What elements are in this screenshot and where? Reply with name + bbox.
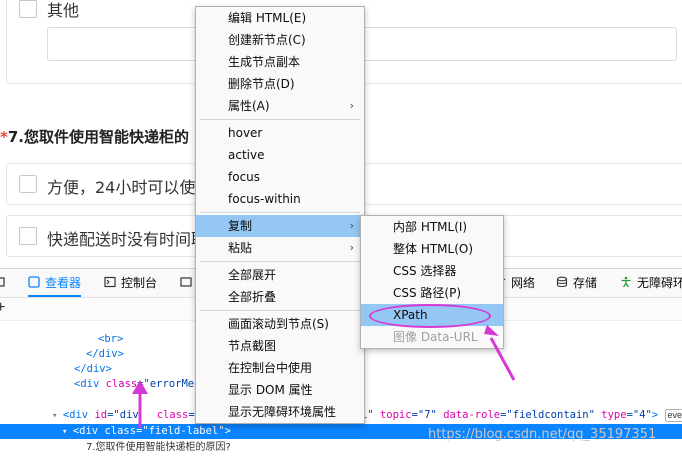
menu-item-create-node[interactable]: 创建新节点(C) (196, 29, 364, 51)
menu-item-focus[interactable]: focus (196, 166, 364, 188)
menu-item-show-dom-properties[interactable]: 显示 DOM 属性 (196, 379, 364, 401)
menu-item-delete-node[interactable]: 删除节点(D) (196, 73, 364, 95)
tab-storage[interactable]: 存储 (556, 269, 597, 297)
menu-item-screenshot-node[interactable]: 节点截图 (196, 335, 364, 357)
chevron-right-icon: › (349, 99, 354, 112)
tab-console-label: 控制台 (121, 276, 158, 290)
question-title: *7.您取件使用智能快递柜的 (0, 126, 189, 147)
tab-network-label: 网络 (511, 276, 536, 290)
menu-separator (200, 119, 360, 120)
tab-inspector-label: 查看器 (45, 276, 82, 290)
checkbox-other[interactable] (19, 0, 37, 18)
option-label-other: 其他 (47, 1, 80, 20)
menu-item-collapse-all[interactable]: 全部折叠 (196, 286, 364, 308)
menu-item-expand-all[interactable]: 全部展开 (196, 264, 364, 286)
menu-item-show-accessibility-properties[interactable]: 显示无障碍环境属性 (196, 401, 364, 423)
checkbox-option-1[interactable] (19, 175, 37, 193)
checkbox-option-2[interactable] (19, 227, 37, 245)
tab-inspector[interactable]: 查看器 (28, 269, 82, 297)
tab-storage-label: 存储 (573, 276, 598, 290)
menu-separator (200, 310, 360, 311)
question-title-text: 7.您取件使用智能快递柜的 (7, 128, 189, 146)
menu-separator (200, 212, 360, 213)
menu-item-duplicate-node[interactable]: 生成节点副本 (196, 51, 364, 73)
copy-submenu: 内部 HTML(I) 整体 HTML(O) CSS 选择器 CSS 路径(P) … (360, 215, 504, 349)
menu-item-edit-html[interactable]: 编辑 HTML(E) (196, 7, 364, 29)
menu-item-copy[interactable]: 复制 › (196, 215, 364, 237)
watermark: https://blog.csdn.net/qq_35197351 (428, 427, 657, 442)
option-label-2: 快递配送时没有时间取 (47, 230, 208, 249)
tab-accessibility[interactable]: 无障碍环 (620, 269, 682, 297)
chevron-right-icon: › (349, 241, 354, 254)
menu-separator (200, 261, 360, 262)
chevron-right-icon: › (349, 219, 354, 232)
tab-accessibility-label: 无障碍环 (637, 276, 682, 290)
submenu-item-css-selector[interactable]: CSS 选择器 (361, 260, 503, 282)
submenu-item-inner-html[interactable]: 内部 HTML(I) (361, 216, 503, 238)
markup-line[interactable]: 7.您取件使用智能快递柜的原因? (0, 440, 682, 455)
add-node-button[interactable]: + (0, 298, 5, 318)
context-menu: 编辑 HTML(E) 创建新节点(C) 生成节点副本 删除节点(D) 属性(A)… (195, 6, 365, 424)
menu-item-scroll-into-view[interactable]: 画面滚动到节点(S) (196, 313, 364, 335)
inspector-cut-icon (0, 277, 5, 287)
storage-icon (556, 276, 568, 288)
submenu-item-xpath[interactable]: XPath (361, 304, 503, 326)
submenu-item-image-data-url: 图像 Data-URL (393, 330, 478, 344)
accessibility-icon (621, 276, 631, 288)
console-icon (104, 276, 116, 288)
menu-item-use-in-console[interactable]: 在控制台中使用 (196, 357, 364, 379)
submenu-item-css-path[interactable]: CSS 路径(P) (361, 282, 503, 304)
tab-console[interactable]: 控制台 (104, 269, 157, 297)
option-label-1: 方便，24小时可以使 (47, 178, 196, 197)
menu-item-focus-within[interactable]: focus-within (196, 188, 364, 210)
menu-item-hover[interactable]: hover (196, 122, 364, 144)
submenu-item-outer-html[interactable]: 整体 HTML(O) (361, 238, 503, 260)
required-star: * (0, 128, 8, 146)
event-badge[interactable]: event (664, 409, 682, 422)
menu-item-paste[interactable]: 粘贴 › (196, 237, 364, 259)
debugger-icon (180, 277, 192, 287)
menu-item-active[interactable]: active (196, 144, 364, 166)
tab-pick-element[interactable] (0, 269, 11, 297)
menu-item-attributes[interactable]: 属性(A) › (196, 95, 364, 117)
inspector-icon (28, 276, 40, 288)
